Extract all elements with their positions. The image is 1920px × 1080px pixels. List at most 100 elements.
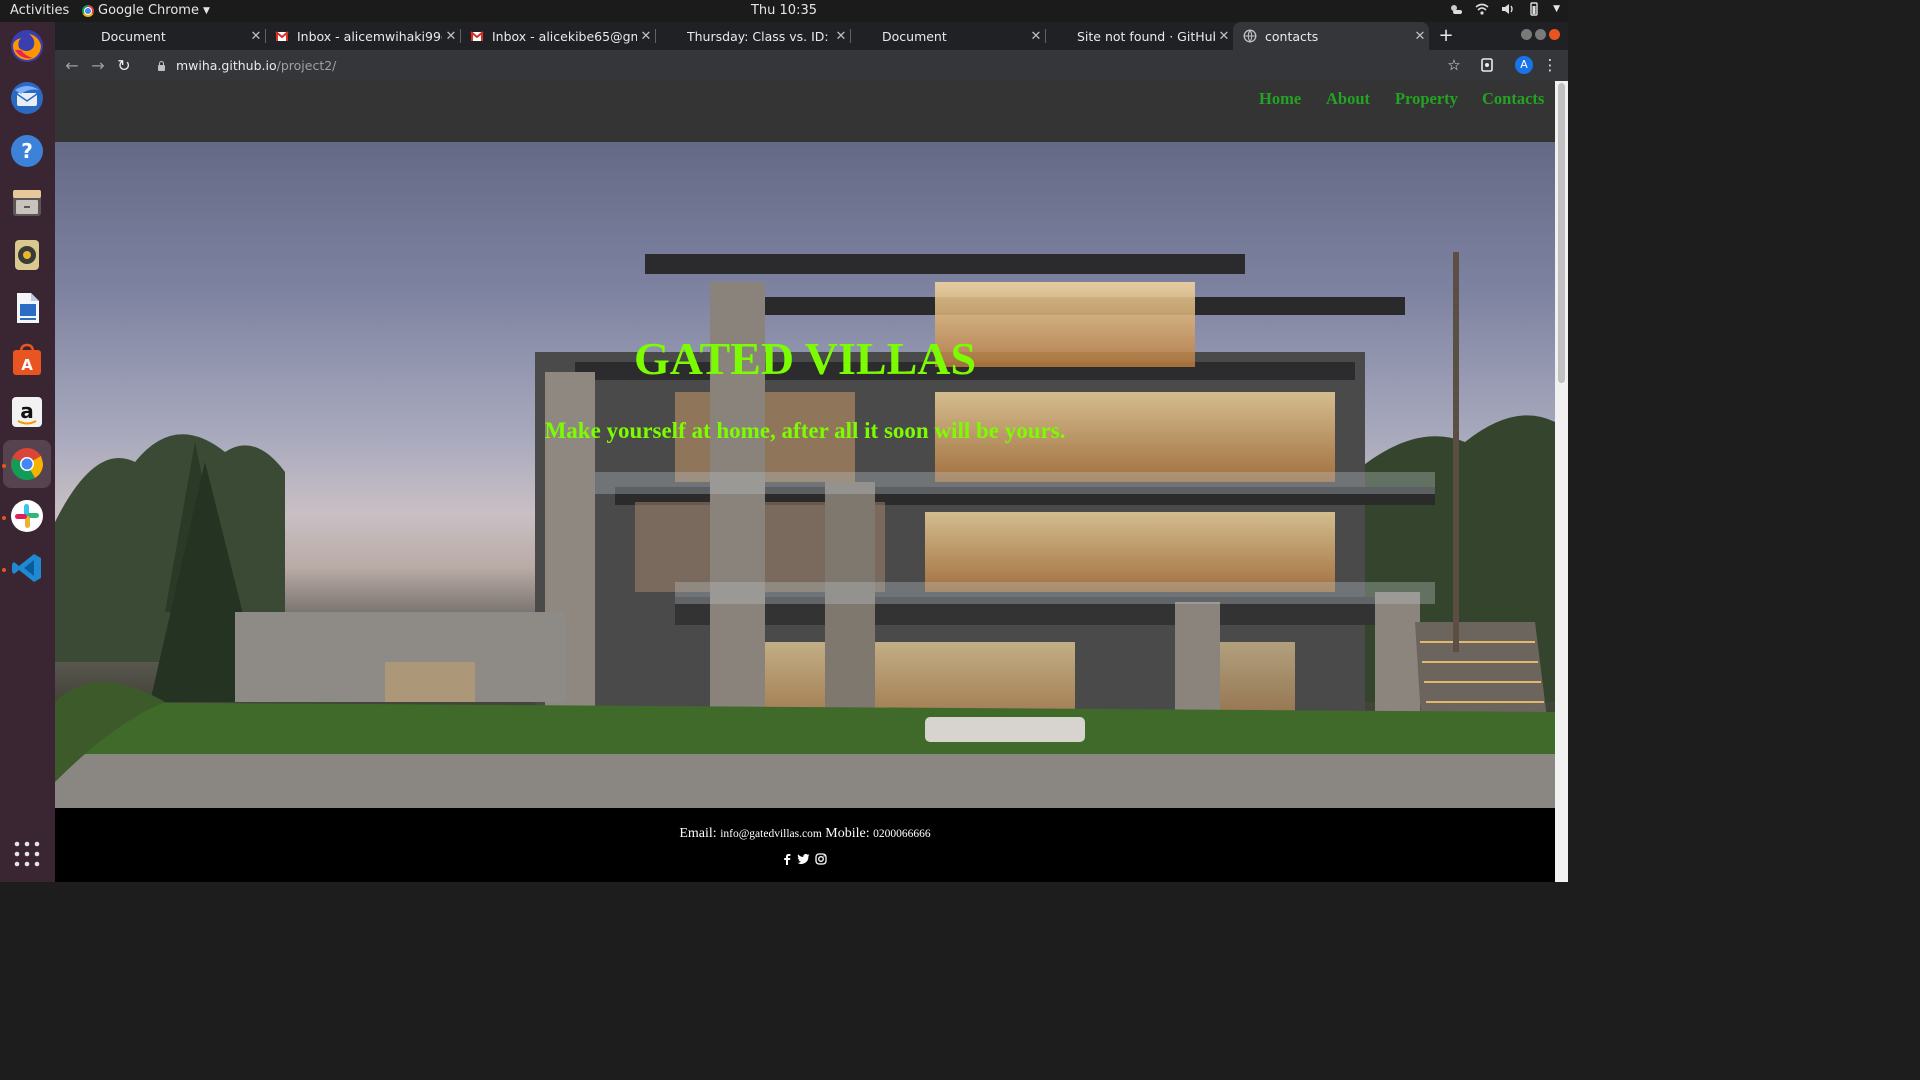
nav-link-about[interactable]: About [1326,89,1370,109]
mobile-value: 0200066666 [873,828,931,840]
twitter-icon[interactable] [796,853,810,869]
more-menu-icon[interactable]: ⋮ [1539,54,1561,76]
close-icon[interactable]: ✕ [832,29,850,44]
instagram-icon[interactable] [815,853,827,869]
forward-arrow-icon[interactable]: → [87,55,109,77]
tab-inbox-alicekibe[interactable]: Inbox - alicekibe65@gmail.com ✕ [460,22,656,50]
system-top-bar: Activities Google Chrome ▼ Thu 10:35 ▼ [0,0,1568,22]
site-navbar: Home About Property Contacts [55,81,1555,142]
close-icon[interactable]: ✕ [1215,29,1233,44]
hero-banner: GATED VILLAS Make yourself at home, afte… [55,142,1555,808]
back-arrow-icon[interactable]: ← [61,55,83,77]
activities-button[interactable]: Activities [10,3,69,18]
software-center-icon[interactable]: A [7,340,47,380]
nav-link-property[interactable]: Property [1395,89,1458,109]
new-tab-button[interactable]: + [1435,25,1457,47]
vscode-icon[interactable] [7,548,47,588]
svg-text:a: a [20,399,34,423]
firefox-icon[interactable] [7,26,47,66]
rhythmbox-icon[interactable] [7,235,47,275]
amazon-icon[interactable]: a [7,392,47,432]
mobile-label: Mobile: [825,826,870,841]
close-icon[interactable]: ✕ [247,29,265,44]
page-scrollbar[interactable] [1555,81,1568,882]
tab-title: Site not found · GitHub Pages [1077,28,1215,44]
scrollbar-thumb[interactable] [1558,83,1565,383]
url-host: mwiha.github.io [176,58,277,73]
tab-document-1[interactable]: Document ✕ [69,22,266,50]
close-icon[interactable]: ✕ [1027,29,1045,44]
running-indicator [2,516,6,520]
clock[interactable]: Thu 10:35 [0,3,1568,18]
contact-line: Email: info@gatedvillas.com Mobile: 0200… [55,826,1555,842]
volume-icon [1502,4,1513,14]
svg-text:?: ? [21,139,33,163]
tab-title: contacts [1265,28,1319,44]
lock-icon[interactable] [157,60,166,71]
site-footer: Email: info@gatedvillas.com Mobile: 0200… [55,808,1555,882]
gmail-icon [470,31,484,41]
address-bar[interactable]: mwiha.github.io/project2/ [143,53,1433,78]
writer-icon[interactable] [7,288,47,328]
tab-title: Inbox - alicemwihaki99@gmail.com [297,28,442,44]
help-icon[interactable]: ? [7,131,47,171]
app-menu-label: Google Chrome [98,3,199,18]
facebook-icon[interactable] [783,853,791,869]
profile-avatar[interactable]: A [1515,56,1533,74]
slack-icon[interactable] [7,496,47,536]
email-label: Email: [679,826,717,841]
blank-page-icon [1055,29,1069,43]
chevron-down-icon: ▼ [202,5,210,16]
nav-link-home[interactable]: Home [1259,89,1301,109]
close-icon[interactable]: ✕ [637,29,655,44]
blank-page-icon [665,29,679,43]
tab-document-2[interactable]: Document ✕ [850,22,1046,50]
window-close-button[interactable] [1549,29,1560,40]
extension-shield-icon[interactable] [1476,54,1498,76]
weather-icon [1451,5,1463,14]
url-path: /project2/ [276,58,337,73]
chrome-icon[interactable] [3,440,51,488]
hero-subtitle: Make yourself at home, after all it soon… [544,418,1066,443]
email-value: info@gatedvillas.com [720,828,822,840]
tab-strip: Document ✕ Inbox - alicemwihaki99@gmail.… [55,22,1568,50]
browser-toolbar: ← → ↻ mwiha.github.io/project2/ ☆ A ⋮ [55,50,1568,81]
tab-title: Thursday: Class vs. ID: Pre [687,28,832,44]
thunderbird-icon[interactable] [7,78,47,118]
running-indicator [2,464,6,468]
tab-thursday-class-vs-id[interactable]: Thursday: Class vs. ID: Pre ✕ [655,22,851,50]
page-viewport: Home About Property Contacts GATED VILLA… [55,81,1568,882]
maximize-button[interactable] [1535,29,1546,40]
svg-text:A: A [21,356,33,374]
system-tray[interactable]: ▼ [1449,2,1560,16]
globe-icon [1243,29,1257,43]
minimize-button[interactable] [1521,29,1532,40]
blank-page-icon [79,29,93,43]
tab-contacts[interactable]: contacts ✕ [1233,22,1429,50]
villa-photo [55,252,1555,808]
tab-site-not-found[interactable]: Site not found · GitHub Pages ✕ [1045,22,1233,50]
wifi-icon [1475,3,1489,15]
tab-title: Document [882,28,947,44]
tab-title: Inbox - alicekibe65@gmail.com [492,28,637,44]
system-menu-chevron-icon: ▼ [1553,4,1560,14]
reload-icon[interactable]: ↻ [113,55,135,77]
running-indicator [2,568,6,572]
star-bookmark-icon[interactable]: ☆ [1443,54,1465,76]
app-menu[interactable]: Google Chrome ▼ [82,3,210,18]
files-icon[interactable] [7,183,47,223]
show-applications-icon[interactable] [7,834,47,874]
gmail-icon [275,31,289,41]
social-links [55,853,1555,869]
tab-inbox-alicemwihaki[interactable]: Inbox - alicemwihaki99@gmail.com ✕ [265,22,461,50]
nav-link-contacts[interactable]: Contacts [1482,89,1544,109]
window-controls [1521,29,1560,40]
close-icon[interactable]: ✕ [1411,29,1429,44]
close-icon[interactable]: ✕ [442,29,460,44]
tab-title: Document [101,28,166,44]
dock: ? A a [0,22,55,882]
battery-icon [1530,2,1538,16]
hero-title: GATED VILLAS [633,333,977,384]
blank-page-icon [860,29,874,43]
chrome-icon [82,4,94,17]
